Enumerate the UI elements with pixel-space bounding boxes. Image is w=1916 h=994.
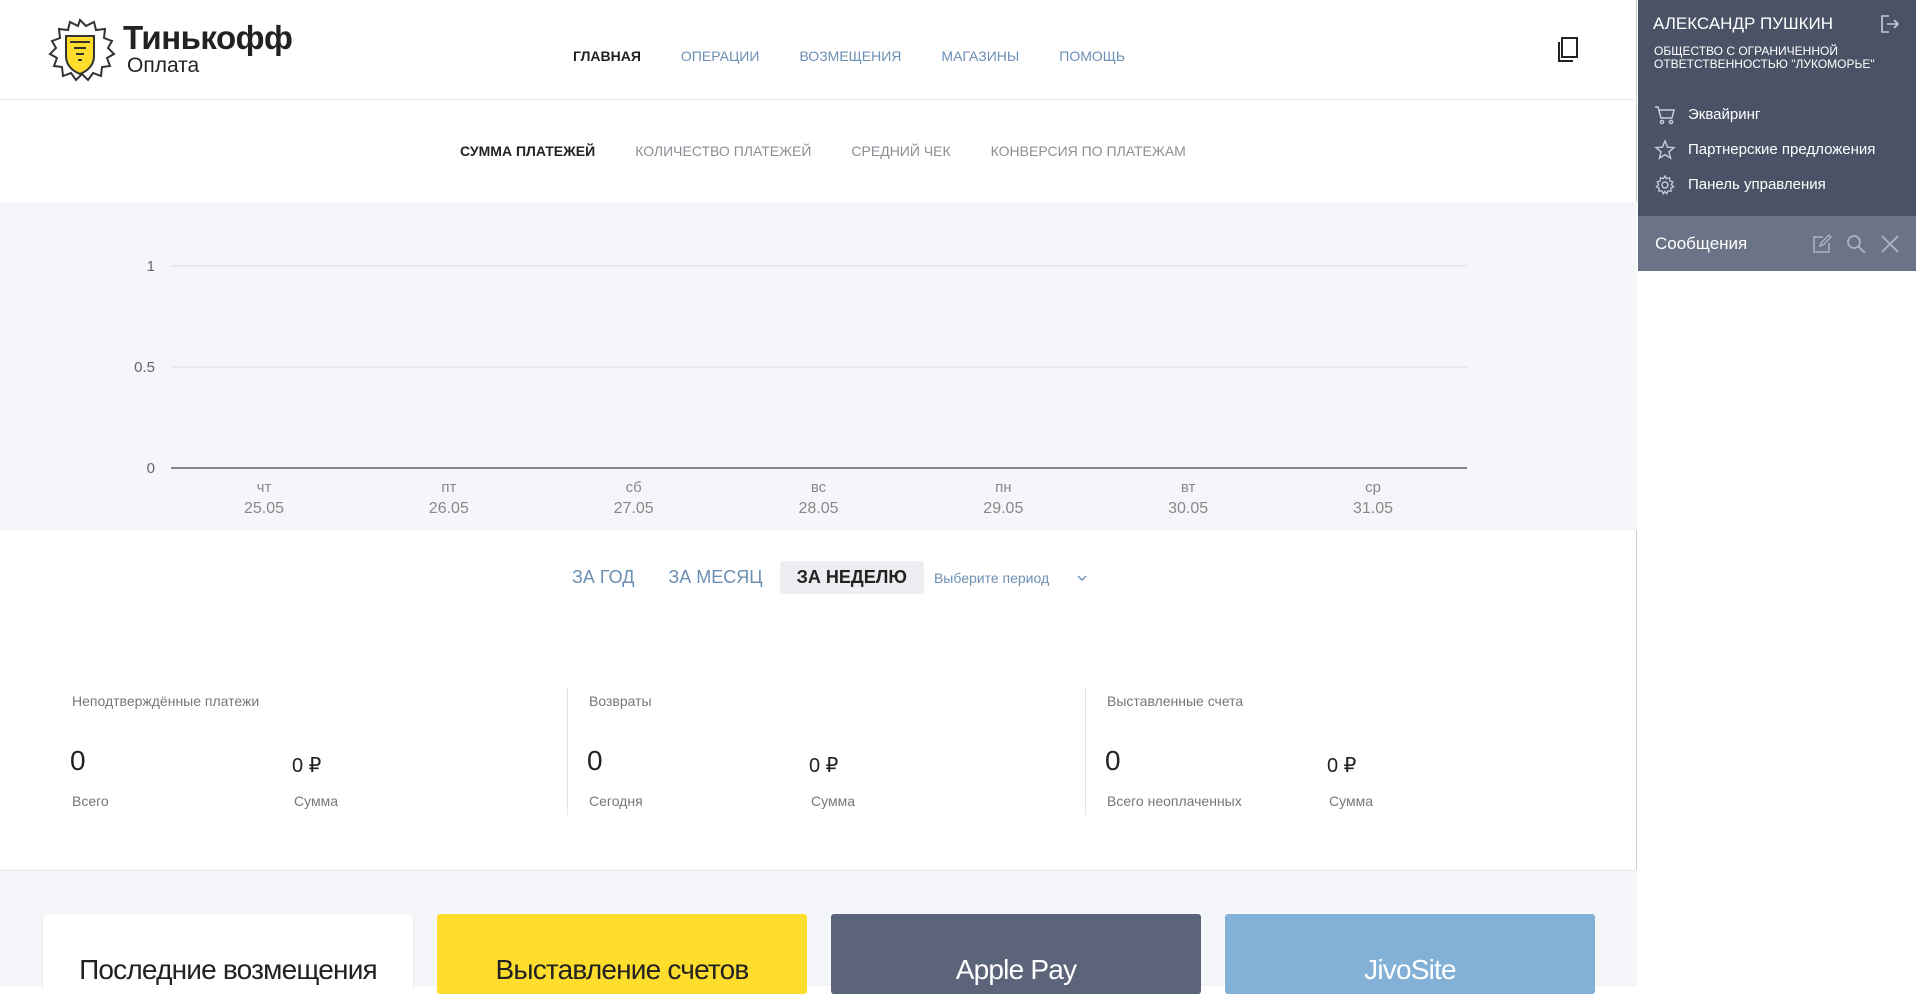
period-week-button[interactable]: ЗА НЕДЕЛЮ [779,561,924,594]
nav-shops[interactable]: МАГАЗИНЫ [941,48,1019,64]
stat-count-label: Сегодня [589,793,643,809]
user-name[interactable]: АЛЕКСАНДР ПУШКИН [1653,14,1833,34]
brand-name: Тинькофф [123,19,293,56]
main-area: Тинькофф Оплата ГЛАВНАЯ ОПЕРАЦИИ ВОЗМЕЩЕ… [0,0,1637,994]
x-tick-day: вс [811,479,827,496]
stat-sum-label: Сумма [1329,793,1373,809]
stat-title: Возвраты [589,693,652,709]
menu-item-partner-offers[interactable]: Партнерские предложения [1654,132,1875,167]
menu-item-label: Эквайринг [1688,106,1761,123]
payments-chart: 0 0.5 1 чт 25.05 пт 26.05 сб 27.05 вс 28.05 пн 29.05… [134,258,1467,517]
card-jivosite[interactable]: JivoSite [1225,914,1595,994]
x-tick-date: 28.05 [798,500,838,517]
tab-payment-conversion[interactable]: КОНВЕРСИЯ ПО ПЛАТЕЖАМ [991,143,1186,159]
stat-count-label: Всего [72,793,109,809]
copy-icon[interactable] [1555,36,1581,64]
star-icon [1654,138,1676,160]
tab-average-check[interactable]: СРЕДНИЙ ЧЕК [851,143,950,159]
tab-payment-sum[interactable]: СУММА ПЛАТЕЖЕЙ [460,143,595,159]
x-tick-date: 31.05 [1353,500,1393,517]
stat-refunds[interactable]: Возвраты 0 0 ₽ Сегодня Сумма [567,685,1079,815]
company-name: ОБЩЕСТВО С ОГРАНИЧЕННОЙ ОТВЕТСТВЕННОСТЬЮ… [1654,44,1875,71]
x-tick-date: 25.05 [244,500,284,517]
x-tick-day: сб [626,479,642,496]
close-icon[interactable] [1879,233,1901,255]
brand: Тинькофф Оплата [123,19,293,77]
card-recent-reimbursements[interactable]: Последние возмещения [43,914,413,994]
x-tick-day: ср [1365,479,1381,496]
logout-icon[interactable] [1880,14,1900,34]
stat-sum: 0 ₽ [1327,755,1357,777]
stat-title: Неподтверждённые платежи [72,693,260,709]
period-dropdown[interactable]: Выберите период [934,570,1087,586]
top-nav: ГЛАВНАЯ ОПЕРАЦИИ ВОЗМЕЩЕНИЯ МАГАЗИНЫ ПОМ… [573,48,1165,64]
stat-sum-label: Сумма [811,793,855,809]
stat-sum: 0 ₽ [292,755,322,777]
nav-reimbursements[interactable]: ВОЗМЕЩЕНИЯ [799,48,901,64]
card-label: JivoSite [1364,954,1456,985]
stats-section: Неподтверждённые платежи 0 0 ₽ Всего Сум… [0,685,1637,820]
nav-help[interactable]: ПОМОЩЬ [1059,48,1125,64]
chart-area: 0 0.5 1 чт 25.05 пт 26.05 сб 27.05 вс 28.05 пн 29.05… [0,202,1637,530]
x-tick-day: пн [995,479,1011,496]
menu-item-acquiring[interactable]: Эквайринг [1654,97,1875,132]
search-icon[interactable] [1845,233,1867,255]
metric-tabs: СУММА ПЛАТЕЖЕЙ КОЛИЧЕСТВО ПЛАТЕЖЕЙ СРЕДН… [460,143,1226,159]
messages-bar: Сообщения [1638,216,1916,271]
divider [1085,687,1086,815]
stat-title: Выставленные счета [1107,693,1244,709]
x-tick-date: 26.05 [429,500,469,517]
period-year-button[interactable]: ЗА ГОД [555,561,651,594]
card-label: Выставление счетов [495,954,750,985]
period-month-button[interactable]: ЗА МЕСЯЦ [651,561,779,594]
cart-icon [1655,105,1675,124]
stat-invoices[interactable]: Выставленные счета 0 0 ₽ Всего неоплачен… [1085,685,1597,815]
x-tick-day: вт [1181,479,1196,496]
card-label: Apple Pay [955,954,1077,985]
stat-count: 0 [70,745,86,776]
logo-emblem-icon[interactable] [38,16,122,86]
account-menu: Эквайринг Партнерские предложения Панель… [1654,97,1875,202]
account-panel: АЛЕКСАНДР ПУШКИН ОБЩЕСТВО С ОГРАНИЧЕННОЙ… [1638,0,1916,271]
x-tick-day: пт [441,479,456,496]
menu-item-label: Партнерские предложения [1688,141,1876,158]
period-dropdown-label: Выберите период [933,569,1050,586]
stat-count: 0 [1105,745,1121,776]
messages-title: Сообщения [1655,234,1748,253]
y-tick-label: 0.5 [134,359,155,376]
chevron-down-icon [1077,575,1087,581]
right-panel: АЛЕКСАНДР ПУШКИН ОБЩЕСТВО С ОГРАНИЧЕННОЙ… [1638,0,1916,986]
stat-count: 0 [587,745,603,776]
x-tick-date: 27.05 [614,500,654,517]
y-tick-label: 0 [147,460,155,477]
nav-operations[interactable]: ОПЕРАЦИИ [681,48,760,64]
card-apple-pay[interactable]: Apple Pay [831,914,1201,994]
menu-item-label: Панель управления [1688,176,1826,193]
header: Тинькофф Оплата ГЛАВНАЯ ОПЕРАЦИИ ВОЗМЕЩЕ… [0,0,1637,100]
period-selector: ЗА ГОД ЗА МЕСЯЦ ЗА НЕДЕЛЮ Выберите перио… [555,561,1087,594]
stat-sum-label: Сумма [294,793,338,809]
stat-count-label: Всего неоплаченных [1107,793,1242,809]
stat-sum: 0 ₽ [809,755,839,777]
nav-main[interactable]: ГЛАВНАЯ [573,48,641,64]
compose-icon[interactable] [1811,233,1833,255]
x-tick-day: чт [257,479,272,496]
divider [567,687,568,815]
y-tick-label: 1 [147,258,155,275]
x-tick-date: 30.05 [1168,500,1208,517]
x-tick-date: 29.05 [983,500,1023,517]
menu-item-control-panel[interactable]: Панель управления [1654,167,1875,202]
stat-unconfirmed-payments[interactable]: Неподтверждённые платежи 0 0 ₽ Всего Сум… [70,685,562,815]
gear-icon [1655,174,1675,195]
tab-payment-count[interactable]: КОЛИЧЕСТВО ПЛАТЕЖЕЙ [635,143,811,159]
card-invoicing[interactable]: Выставление счетов [437,914,807,994]
brand-subtitle: Оплата [127,54,200,77]
card-label: Последние возмещения [79,954,378,985]
